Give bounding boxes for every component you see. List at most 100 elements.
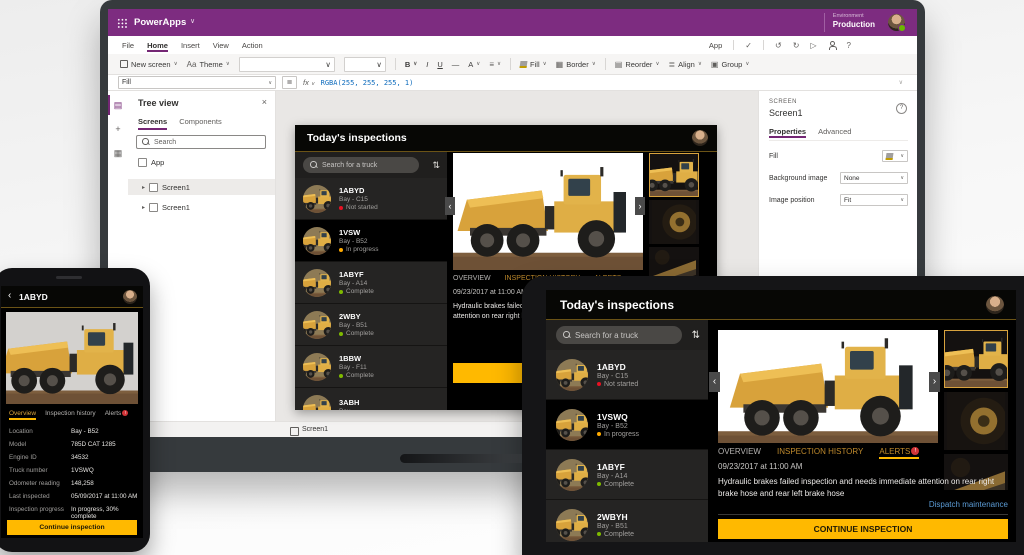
waffle-icon[interactable] xyxy=(117,18,127,28)
tree-item-screen2[interactable]: ▸ Screen1 xyxy=(128,199,275,215)
menu-app[interactable]: App xyxy=(709,41,722,50)
next-photo-button[interactable]: › xyxy=(929,372,940,392)
tab-overview[interactable]: OVERVIEW xyxy=(718,447,761,456)
thumbnail-wheel[interactable] xyxy=(944,392,1008,450)
truck-search-input[interactable]: Search for a truck xyxy=(556,326,682,344)
expand-icon[interactable]: ▸ xyxy=(142,204,145,211)
truck-list: Search for a truck ⇅ 1ABYD Bay - C15 Not… xyxy=(295,152,447,410)
tab-inspection-history[interactable]: Inspection history xyxy=(45,410,96,417)
tab-components[interactable]: Components xyxy=(179,117,222,130)
prev-photo-button[interactable]: ‹ xyxy=(445,197,455,215)
tree-view-rail-icon[interactable]: ▤ xyxy=(108,95,128,115)
tree-item-app[interactable]: App xyxy=(138,158,164,167)
align-button[interactable]: ≣ Align ∨ xyxy=(668,60,701,69)
insert-rail-icon[interactable]: + xyxy=(108,119,128,139)
theme-button[interactable]: Aa Theme ∨ xyxy=(187,60,230,69)
menu-action[interactable]: Action xyxy=(242,41,263,50)
share-person-icon[interactable] xyxy=(828,41,837,50)
redo-icon[interactable]: ↻ xyxy=(793,41,800,50)
tab-overview[interactable]: Overview xyxy=(9,410,37,420)
dispatch-maintenance-link[interactable]: Dispatch maintenance xyxy=(838,500,1008,509)
font-select[interactable]: ∨ xyxy=(238,56,335,72)
tree-item-screen1[interactable]: ▸ Screen1 xyxy=(128,179,275,195)
search-icon xyxy=(142,138,150,146)
reorder-button[interactable]: ▤ Reorder ∨ xyxy=(615,60,660,69)
tab-inspection-history[interactable]: INSPECTION HISTORY xyxy=(777,447,863,456)
menu-insert[interactable]: Insert xyxy=(181,41,200,50)
thumbnail-truck[interactable] xyxy=(944,330,1008,388)
tab-advanced[interactable]: Advanced xyxy=(818,127,851,136)
app-user-avatar[interactable] xyxy=(692,130,708,146)
tab-alerts[interactable]: ALERTS! xyxy=(879,447,920,459)
tab-screens[interactable]: Screens xyxy=(138,117,168,130)
tab-properties[interactable]: Properties xyxy=(769,127,806,136)
font-color-button[interactable]: A ∨ xyxy=(468,60,480,69)
phone-app[interactable]: ‹ 1ABYD Overview Inspection history Aler… xyxy=(1,286,143,538)
italic-button[interactable]: I xyxy=(426,60,428,69)
screen-checkbox-icon[interactable] xyxy=(290,427,299,436)
background-image-select[interactable]: None ∨ xyxy=(840,172,908,184)
truck-list-item[interactable]: 1VSWQ Bay - B52 In progress xyxy=(546,400,708,450)
truck-search-input[interactable]: Search for a truck xyxy=(303,157,419,173)
truck-name: 2WBYH xyxy=(597,511,628,522)
formula-expand-icon[interactable]: ∨ xyxy=(899,79,903,86)
menu-home[interactable]: Home xyxy=(147,39,168,52)
expand-icon[interactable]: ▸ xyxy=(142,184,145,191)
menu-file[interactable]: File xyxy=(122,41,134,50)
continue-inspection-button[interactable]: CONTINUE INSPECTION xyxy=(718,519,1008,539)
tab-alerts[interactable]: Alerts! xyxy=(105,410,129,417)
fill-button[interactable]: Fill ∨ xyxy=(519,60,547,69)
app-checker-icon[interactable]: ✓ xyxy=(745,41,752,50)
app-user-avatar[interactable] xyxy=(123,290,137,304)
truck-list-item[interactable]: 1BBW Bay - F11 Complete xyxy=(295,346,447,388)
font-size-select[interactable]: ∨ xyxy=(343,56,386,72)
play-icon[interactable]: ▷ xyxy=(810,41,816,50)
group-button[interactable]: ▣ Group ∨ xyxy=(711,60,749,69)
property-select[interactable]: Fill ∨ xyxy=(118,76,276,89)
prev-photo-button[interactable]: ‹ xyxy=(709,372,720,392)
next-photo-button[interactable]: › xyxy=(635,197,645,215)
reorder-icon: ▤ xyxy=(614,59,623,69)
detail-label: Inspection progress xyxy=(9,506,64,513)
border-button[interactable]: ▦ Border ∨ xyxy=(556,60,596,69)
text-align-button[interactable]: ≡ ∨ xyxy=(489,60,501,69)
thumbnail-truck[interactable] xyxy=(649,153,699,197)
formula-input[interactable]: RGBA(255, 255, 255, 1) xyxy=(321,79,414,87)
truck-list-item[interactable]: 3ABH Bay - xyxy=(295,388,447,410)
truck-list-item[interactable]: 1VSW Bay - B52 In progress xyxy=(295,220,447,262)
sort-icon[interactable]: ⇅ xyxy=(432,160,440,171)
truck-name: 3ABH xyxy=(339,397,360,407)
continue-inspection-button[interactable]: Continue inspection xyxy=(7,520,137,535)
actions-icon[interactable]: ≣ xyxy=(282,76,297,89)
fill-color-select[interactable]: ∨ xyxy=(882,150,908,162)
tab-overview[interactable]: OVERVIEW xyxy=(453,275,491,282)
user-avatar[interactable] xyxy=(888,14,906,32)
help-icon[interactable]: ? xyxy=(896,103,907,114)
truck-list-item[interactable]: 1ABYF Bay - A14 Complete xyxy=(295,262,447,304)
bold-button[interactable]: B ∨ xyxy=(405,60,417,69)
thumbnail-wheel[interactable] xyxy=(649,200,699,244)
close-icon[interactable]: × xyxy=(262,97,267,107)
underline-button[interactable]: U xyxy=(437,60,442,69)
environment-block[interactable]: Environment Production xyxy=(823,13,875,32)
app-user-avatar[interactable] xyxy=(986,296,1004,314)
truck-list-item[interactable]: 1ABYD Bay - C15 Not started xyxy=(546,350,708,400)
data-rail-icon[interactable]: ▦ xyxy=(108,143,128,163)
help-icon[interactable]: ? xyxy=(847,41,851,50)
chevron-down-icon[interactable]: ∨ xyxy=(190,17,195,25)
truck-list-item[interactable]: 1ABYF Bay - A14 Complete xyxy=(546,450,708,500)
truck-status: Not started xyxy=(604,380,639,388)
undo-icon[interactable]: ↺ xyxy=(775,41,782,50)
truck-list-item[interactable]: 1ABYD Bay - C15 Not started xyxy=(295,178,447,220)
image-position-select[interactable]: Fit ∨ xyxy=(840,194,908,206)
truck-list-item[interactable]: 2WBYH Bay - B51 Complete xyxy=(546,500,708,542)
back-icon[interactable]: ‹ xyxy=(8,290,11,301)
app-header: ‹ 1ABYD xyxy=(1,286,143,308)
tree-search-input[interactable]: Search xyxy=(136,135,266,149)
truck-list-item[interactable]: 2WBY Bay - B51 Complete xyxy=(295,304,447,346)
new-screen-button[interactable]: New screen ∨ xyxy=(120,60,178,69)
sort-icon[interactable]: ⇅ xyxy=(692,330,700,341)
strikethrough-button[interactable]: — xyxy=(452,60,460,69)
tablet-app[interactable]: Today's inspections Search for a truck ⇅ xyxy=(546,290,1016,542)
menu-view[interactable]: View xyxy=(213,41,229,50)
